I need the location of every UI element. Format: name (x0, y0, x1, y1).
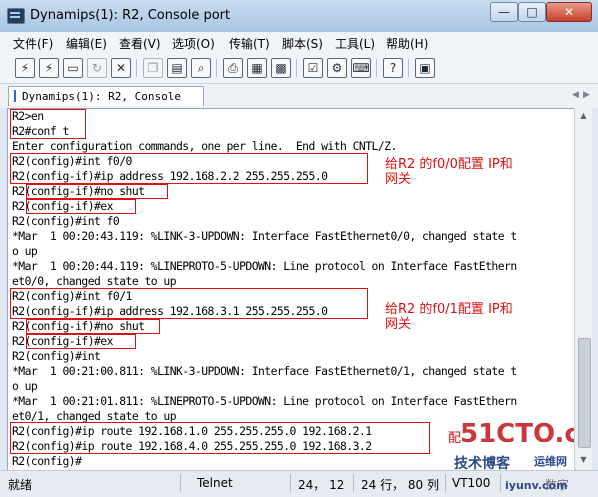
toolbar-separator (216, 59, 217, 77)
terminal-output[interactable]: R2>en R2#conf t Enter configuration comm… (7, 108, 576, 471)
terminal-line: *Mar 1 00:21:01.811: %LINEPROTO-5-UPDOWN… (12, 394, 517, 408)
menu-script[interactable]: 脚本(S) (282, 35, 323, 52)
terminal-line: R2(config)#int f0 (12, 214, 120, 228)
menu-transfer[interactable]: 传输(T) (229, 35, 270, 52)
terminal-line: et0/0, changed state to up (12, 274, 177, 288)
window-title: Dynamips(1): R2, Console port (30, 8, 231, 23)
menu-file[interactable]: 文件(F) (13, 35, 53, 52)
title-bar: Dynamips(1): R2, Console port — □ ✕ (0, 0, 598, 33)
connect-tab-icon[interactable]: ▭ (63, 58, 83, 78)
scroll-up-icon[interactable]: ▲ (575, 108, 592, 124)
status-divider (290, 474, 291, 492)
status-size: 24 行， 80 列 (361, 478, 439, 492)
paste-icon[interactable]: ▤ (167, 58, 187, 78)
minimize-button[interactable]: — (490, 2, 518, 22)
status-divider (180, 474, 181, 492)
highlight-box-no-shut (26, 184, 168, 199)
copy-icon[interactable]: ❐ (143, 58, 163, 78)
terminal-line: *Mar 1 00:21:00.811: %LINK-3-UPDOWN: Int… (12, 364, 517, 378)
terminal-line: R2(config)#int (12, 349, 101, 363)
reconnect-icon[interactable]: ↻ (87, 58, 107, 78)
find-icon[interactable]: ⌕ (191, 58, 211, 78)
scroll-thumb[interactable] (578, 338, 591, 448)
terminal-line: R2(config)# (12, 454, 82, 468)
toolbar-separator (408, 59, 409, 77)
terminal-app-icon (7, 8, 25, 24)
vertical-scrollbar[interactable]: ▲ ▼ (574, 108, 592, 469)
disconnect-icon[interactable]: ✕ (111, 58, 131, 78)
scroll-down-icon[interactable]: ▼ (575, 452, 592, 468)
toolbar-separator (376, 59, 377, 77)
menu-edit[interactable]: 编辑(E) (66, 35, 107, 52)
terminal-line: *Mar 1 00:20:43.119: %LINK-3-UPDOWN: Int… (12, 229, 517, 243)
watermark-brand: 51CTO.com (460, 419, 575, 449)
status-protocol: Telnet (197, 476, 233, 490)
close-button[interactable]: ✕ (546, 2, 592, 22)
status-divider (500, 474, 501, 492)
global-options-icon[interactable]: ⚙ (327, 58, 347, 78)
annotation-note: 网关 (385, 172, 412, 187)
help-icon[interactable]: ? (383, 58, 403, 78)
print-screen-icon[interactable]: ▩ (271, 58, 291, 78)
toolbar: ⚡ ⚡ ▭ ↻ ✕ ❐ ▤ ⌕ ⎙ ▦ ▩ ☑ ⚙ ⌨ ? ▣ (0, 53, 598, 84)
print-setup-icon[interactable]: ▦ (247, 58, 267, 78)
watermark-extra: 运维网 (534, 455, 567, 468)
toolbar-separator (136, 59, 137, 77)
terminal-line: o up (12, 244, 38, 258)
watermark-tagline: 技术博客 (454, 456, 510, 471)
watermark-site: iyunv.com (505, 479, 568, 492)
highlight-box-static-routes (10, 422, 430, 454)
sftp-icon[interactable]: ▣ (415, 58, 435, 78)
annotation-note: 给R2 的f0/1配置 IP和 (385, 302, 513, 317)
tab-scroll-left-icon[interactable]: ◀ (572, 90, 579, 100)
terminal-line: *Mar 1 00:20:44.119: %LINEPROTO-5-UPDOWN… (12, 259, 517, 273)
terminal-line: o up (12, 379, 38, 393)
connect-icon[interactable]: ⚡ (15, 58, 35, 78)
tab-session[interactable]: Dynamips(1): R2, Console port (8, 86, 204, 122)
menu-bar: 文件(F) 编辑(E) 查看(V) 选项(O) 传输(T) 脚本(S) 工具(L… (0, 32, 598, 53)
tab-status-marker (14, 90, 16, 102)
print-icon[interactable]: ⎙ (223, 58, 243, 78)
tab-scroll-right-icon[interactable]: ▶ (583, 90, 590, 100)
highlight-box-f0-0-config (10, 153, 368, 184)
highlight-box-enable (10, 109, 86, 139)
menu-options[interactable]: 选项(O) (172, 35, 215, 52)
terminal-line: Enter configuration commands, one per li… (12, 139, 397, 153)
status-bar: 就绪 Telnet 24， 12 24 行， 80 列 VT100 数字 iyu… (0, 470, 598, 497)
status-ready: 就绪 (8, 478, 33, 492)
menu-help[interactable]: 帮助(H) (386, 35, 428, 52)
session-options-icon[interactable]: ☑ (303, 58, 323, 78)
keymap-icon[interactable]: ⌨ (351, 58, 371, 78)
status-terminal-type: VT100 (452, 476, 491, 490)
toolbar-separator (296, 59, 297, 77)
highlight-box-exit (26, 199, 136, 214)
menu-tools[interactable]: 工具(L) (335, 35, 375, 52)
status-cursor: 24， 12 (298, 478, 345, 492)
status-divider (353, 474, 354, 492)
annotation-note: 给R2 的f0/0配置 IP和 (385, 157, 513, 172)
maximize-button[interactable]: □ (518, 2, 546, 22)
highlight-box-exit (26, 334, 136, 349)
annotation-note: 网关 (385, 317, 412, 332)
highlight-box-no-shut (26, 319, 160, 334)
menu-view[interactable]: 查看(V) (119, 35, 161, 52)
highlight-box-f0-1-config (10, 288, 368, 319)
session-tab-bar: Dynamips(1): R2, Console port ◀ ▶ (0, 84, 598, 122)
quick-connect-icon[interactable]: ⚡ (39, 58, 59, 78)
status-divider (445, 474, 446, 492)
